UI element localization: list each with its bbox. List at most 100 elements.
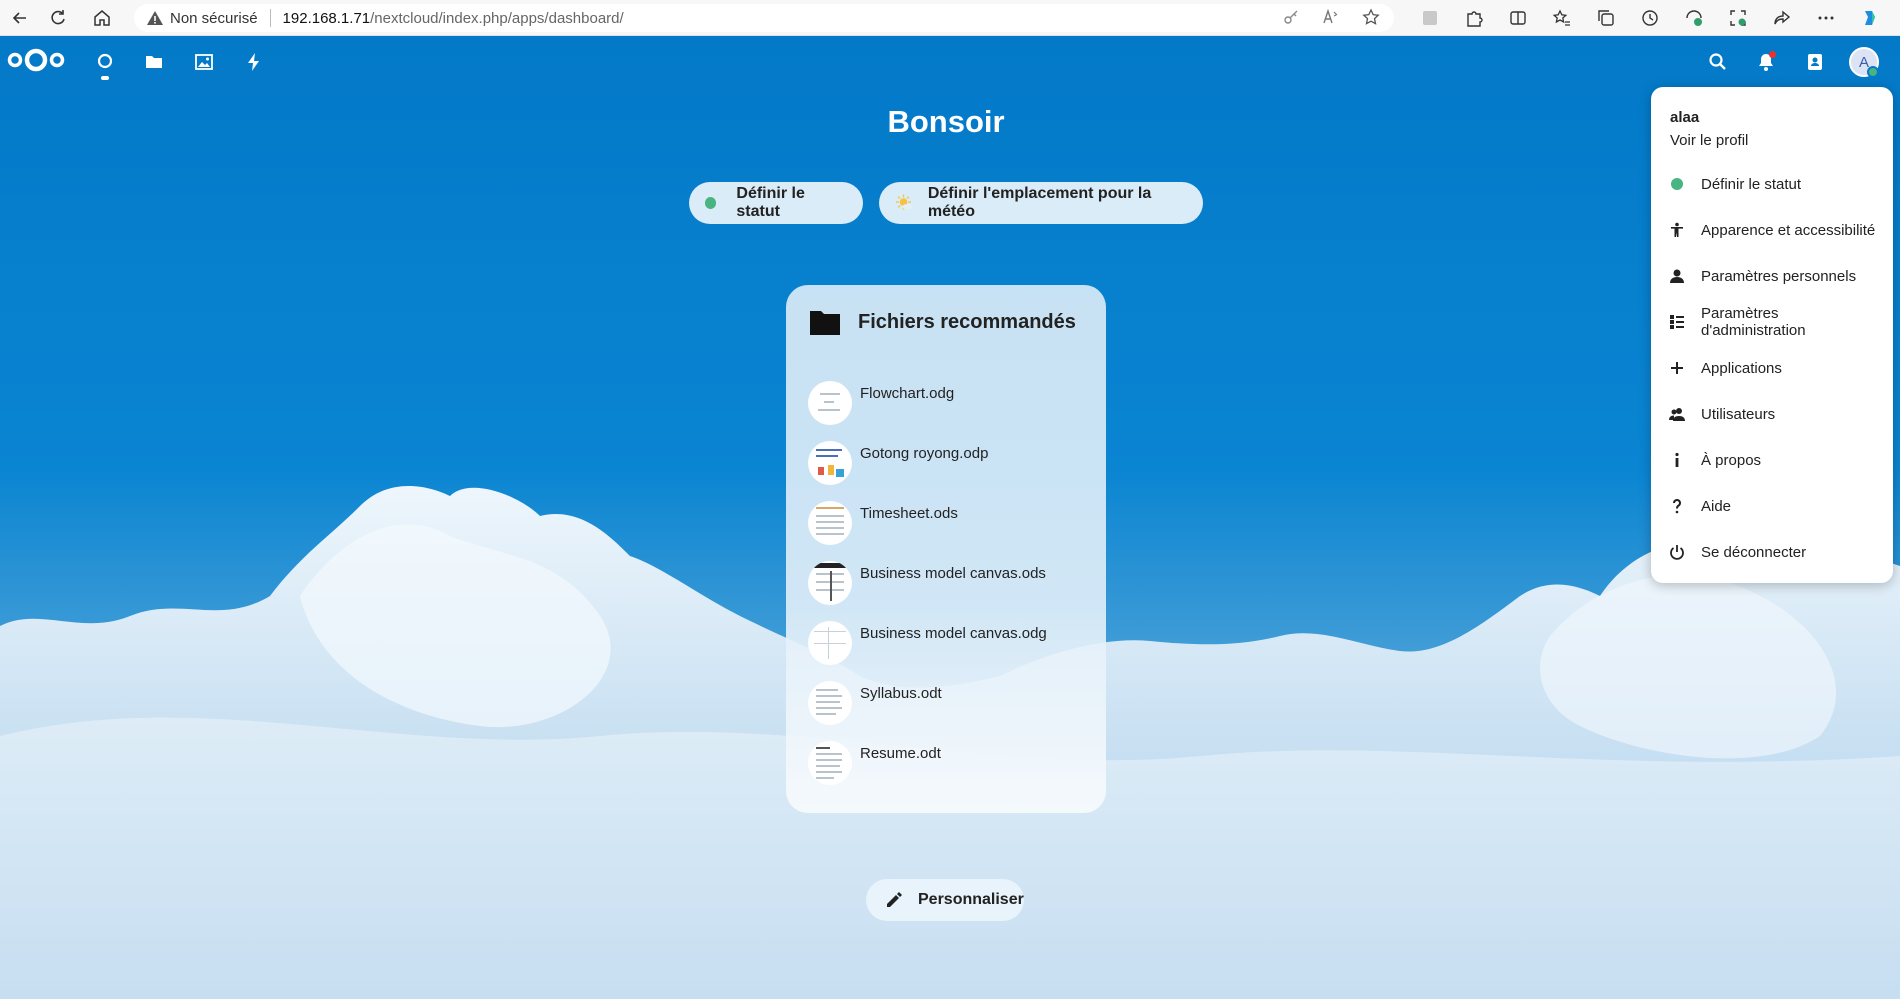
file-thumbnail	[808, 441, 852, 485]
file-name: Syllabus.odt	[860, 685, 942, 702]
address-separator	[269, 9, 271, 27]
menu-item-admin-settings[interactable]: Paramètres d'administration	[1663, 305, 1887, 339]
user-icon	[1669, 268, 1685, 284]
file-name: Resume.odt	[860, 745, 941, 762]
split-screen-icon[interactable]	[1508, 8, 1528, 28]
file-name: Business model canvas.odg	[860, 625, 1047, 642]
extension-badge-icon[interactable]	[1420, 8, 1440, 28]
admin-list-icon	[1669, 314, 1685, 330]
folder-icon	[810, 311, 840, 335]
favorite-star-icon[interactable]	[1362, 8, 1380, 26]
greeting-title: Bonsoir	[887, 104, 1005, 139]
widget-title: Fichiers recommandés	[858, 310, 1076, 333]
view-profile-link[interactable]: Voir le profil	[1670, 132, 1748, 149]
menu-item-label: Paramètres d'administration	[1701, 305, 1806, 339]
app-photos[interactable]	[188, 46, 220, 78]
app-files[interactable]	[138, 46, 170, 78]
menu-item-label: À propos	[1701, 451, 1762, 469]
file-item[interactable]: Resume.odt	[808, 741, 1098, 789]
share-icon[interactable]	[1772, 8, 1792, 28]
nextcloud-logo[interactable]	[6, 45, 66, 80]
contacts-button[interactable]	[1799, 46, 1831, 78]
contacts-icon	[1808, 54, 1822, 70]
set-weather-location-button[interactable]: Définir l'emplacement pour la météo	[879, 182, 1203, 224]
menu-item-personal-settings[interactable]: Paramètres personnels	[1663, 259, 1887, 293]
file-thumbnail	[808, 741, 852, 785]
menu-item-label: Aide	[1701, 497, 1732, 515]
extensions-puzzle-icon[interactable]	[1464, 8, 1484, 28]
favorites-icon[interactable]	[1552, 8, 1572, 28]
menu-item-appearance[interactable]: Apparence et accessibilité	[1663, 213, 1887, 247]
customize-button[interactable]: Personnaliser	[866, 879, 1024, 921]
url-host: 192.168.1.71	[282, 9, 371, 27]
file-name: Business model canvas.ods	[860, 565, 1046, 582]
menu-item-users[interactable]: Utilisateurs	[1663, 397, 1887, 431]
file-item[interactable]: Timesheet.ods	[808, 501, 1098, 549]
menu-item-applications[interactable]: Applications	[1663, 351, 1887, 385]
file-thumbnail	[808, 561, 852, 605]
menu-username: alaa	[1670, 109, 1700, 126]
activity-icon	[248, 53, 259, 71]
file-item[interactable]: Business model canvas.odg	[808, 621, 1098, 669]
url-path: /nextcloud/index.php/apps/dashboard/	[370, 9, 624, 27]
app-dashboard[interactable]	[89, 46, 121, 78]
file-thumbnail	[808, 621, 852, 665]
file-name: Gotong royong.odp	[860, 445, 989, 462]
notifications-button[interactable]	[1750, 46, 1782, 78]
search-button[interactable]	[1702, 46, 1734, 78]
menu-item-about[interactable]: À propos	[1663, 443, 1887, 477]
address-bar[interactable]: Non sécurisé 192.168.1.71/nextcloud/inde…	[134, 4, 1394, 32]
menu-item-set-status[interactable]: Définir le statut	[1663, 167, 1887, 201]
avatar-status-indicator	[1867, 66, 1879, 78]
warning-icon	[147, 11, 163, 25]
menu-item-label: Utilisateurs	[1701, 405, 1776, 423]
set-weather-location-label: Définir l'emplacement pour la météo	[927, 185, 1152, 220]
home-icon[interactable]	[82, 0, 122, 36]
set-status-label: Définir le statut	[736, 185, 805, 220]
plus-icon	[1669, 360, 1685, 376]
security-indicator[interactable]: Non sécurisé	[146, 9, 258, 27]
history-icon[interactable]	[1640, 8, 1660, 28]
help-icon	[1669, 498, 1685, 514]
screenshot-icon[interactable]	[1728, 8, 1748, 28]
menu-item-label: Paramètres personnels	[1701, 267, 1857, 285]
file-item[interactable]: Gotong royong.odp	[808, 441, 1098, 489]
security-label: Non sécurisé	[170, 9, 258, 27]
nextcloud-logo-icon	[7, 48, 65, 72]
copilot-icon[interactable]	[1860, 8, 1880, 28]
reload-icon[interactable]	[38, 0, 78, 36]
menu-item-help[interactable]: Aide	[1663, 489, 1887, 523]
active-app-indicator	[101, 76, 109, 80]
read-aloud-icon[interactable]	[1322, 8, 1340, 26]
browser-toolbar: Non sécurisé 192.168.1.71/nextcloud/inde…	[0, 0, 1900, 36]
users-icon	[1669, 406, 1685, 422]
set-status-button[interactable]: Définir le statut	[689, 182, 863, 224]
menu-item-label: Définir le statut	[1701, 175, 1802, 193]
back-icon[interactable]	[0, 0, 40, 36]
file-name: Timesheet.ods	[860, 505, 958, 522]
menu-item-label: Se déconnecter	[1701, 543, 1807, 561]
customize-label: Personnaliser	[918, 891, 1024, 908]
file-item[interactable]: Syllabus.odt	[808, 681, 1098, 729]
notification-badge	[1769, 51, 1776, 58]
performance-icon[interactable]	[1684, 8, 1704, 28]
file-item[interactable]: Business model canvas.ods	[808, 561, 1098, 609]
recommended-files-widget: Fichiers recommandés Flowchart.odg Goton…	[786, 285, 1106, 813]
menu-item-logout[interactable]: Se déconnecter	[1663, 535, 1887, 569]
nextcloud-dashboard: A Bonsoir Définir le statut Définir l'em…	[0, 36, 1900, 999]
collections-icon[interactable]	[1596, 8, 1616, 28]
file-name: Flowchart.odg	[860, 385, 955, 402]
status-online-icon	[705, 197, 717, 209]
widget-header: Fichiers recommandés	[810, 309, 1076, 335]
password-key-icon[interactable]	[1282, 8, 1300, 26]
more-options-icon[interactable]	[1816, 8, 1836, 28]
file-item[interactable]: Flowchart.odg	[808, 381, 1098, 429]
pencil-icon	[887, 892, 902, 907]
files-icon	[146, 56, 162, 68]
file-thumbnail	[808, 681, 852, 725]
app-activity[interactable]	[238, 46, 270, 78]
info-icon	[1669, 452, 1685, 468]
weather-sun-icon	[895, 194, 912, 210]
search-icon	[1709, 53, 1726, 70]
dashboard-icon	[97, 53, 113, 69]
